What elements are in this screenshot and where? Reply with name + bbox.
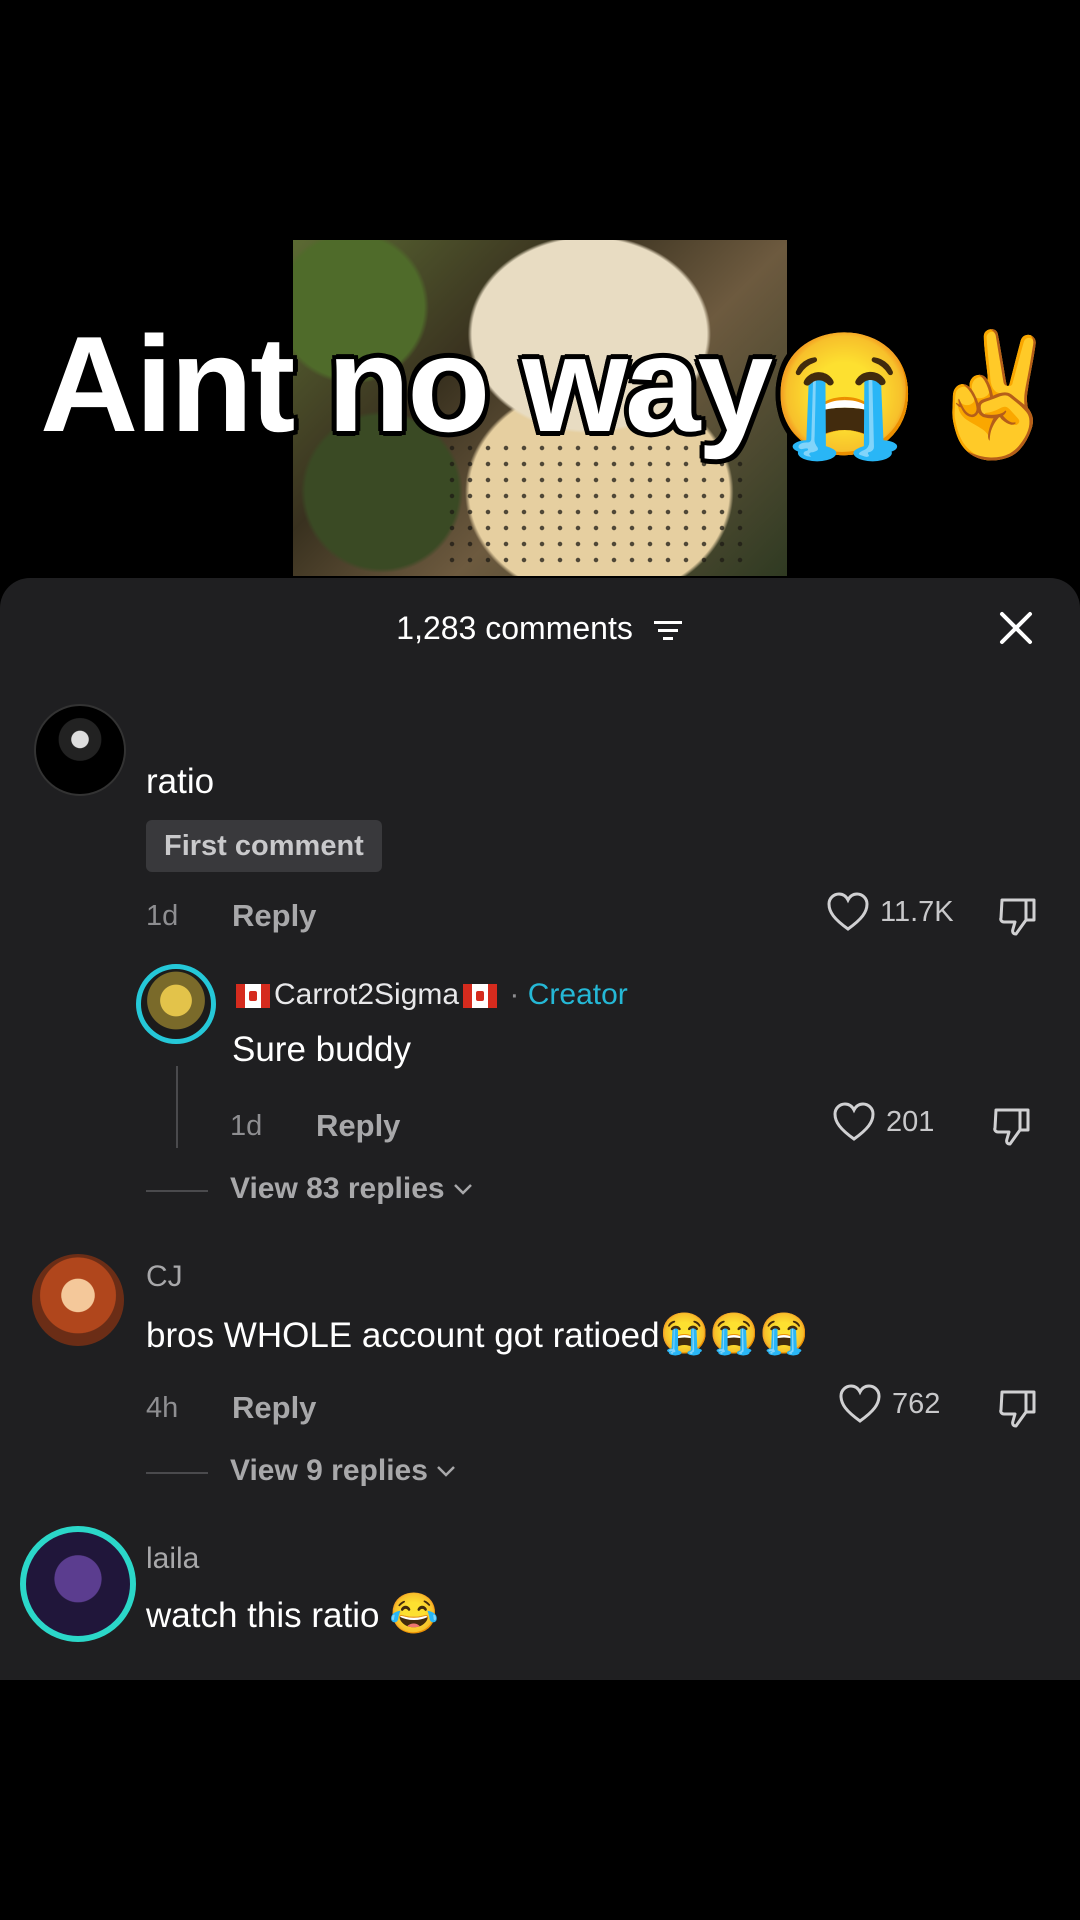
heart-icon [833, 1102, 875, 1141]
like-count: 11.7K [880, 895, 954, 928]
comment-text: ratio [146, 762, 215, 801]
comments-sheet: 1,283 comments ratio First comment 1d Re… [0, 578, 1080, 1680]
video-caption: Aint no way😭✌️ [40, 316, 1069, 455]
view-replies-button[interactable]: View 83 replies [230, 1172, 473, 1206]
reply-button[interactable]: Reply [316, 1108, 400, 1144]
caption-emoji-peace: ✌️ [919, 328, 1069, 463]
chevron-down-icon [453, 1184, 472, 1195]
comment-emojis: 😭😭😭 [659, 1312, 810, 1356]
bottom-area [0, 1680, 1080, 1920]
view-replies-line [146, 1472, 208, 1474]
view-replies-button[interactable]: View 9 replies [230, 1454, 456, 1488]
comment-username[interactable]: laila [146, 1542, 199, 1576]
creator-label: Creator [527, 978, 628, 1011]
reply-text: Sure buddy [232, 1030, 412, 1069]
like-button[interactable]: 11.7K [826, 892, 954, 932]
avatar[interactable] [34, 704, 126, 796]
view-replies-line [146, 1190, 208, 1192]
avatar[interactable] [32, 1254, 124, 1346]
like-count: 201 [886, 1105, 935, 1138]
dislike-icon[interactable] [996, 1386, 1040, 1430]
reply-thread-line [176, 1066, 178, 1148]
comment-text-line: bros WHOLE account got ratioed😭😭😭 [146, 1310, 809, 1357]
canada-flag-icon [463, 984, 498, 1009]
canada-flag-icon [236, 984, 270, 1009]
dislike-icon[interactable] [996, 894, 1040, 938]
comment-username[interactable]: CJ [146, 1260, 183, 1294]
comment-count: 1,283 comments [396, 610, 633, 646]
comment-text: bros WHOLE account got ratioed [146, 1316, 660, 1355]
reply-button[interactable]: Reply [232, 1390, 316, 1426]
like-count: 762 [892, 1387, 941, 1420]
caption-emoji-cry: 😭 [770, 328, 920, 463]
like-button[interactable]: 201 [832, 1102, 934, 1142]
first-comment-badge: First comment [146, 820, 382, 872]
comment-emojis: 😂 [389, 1592, 439, 1636]
reply-button[interactable]: Reply [232, 898, 316, 934]
caption-text: Aint no way [40, 308, 773, 460]
heart-icon [839, 1384, 881, 1423]
filter-icon[interactable] [652, 617, 684, 645]
comment-time: 4h [146, 1392, 179, 1424]
chevron-down-icon [437, 1466, 455, 1477]
view-replies-label: View 83 replies [230, 1172, 445, 1205]
reply-username-line: Carrot2Sigma · Creator [232, 978, 628, 1012]
avatar[interactable] [136, 964, 216, 1044]
close-icon[interactable] [996, 608, 1036, 648]
heart-icon [827, 892, 869, 931]
reply-username[interactable]: Carrot2Sigma [274, 978, 459, 1011]
comment-time: 1d [146, 900, 179, 932]
username-separator: · [509, 978, 520, 1011]
view-replies-label: View 9 replies [230, 1454, 428, 1487]
avatar[interactable] [20, 1526, 136, 1642]
reply-time: 1d [230, 1110, 263, 1142]
comment-text-line: watch this ratio 😂 [146, 1590, 439, 1637]
comment-text: watch this ratio [146, 1596, 380, 1635]
comments-header: 1,283 comments [0, 610, 1080, 647]
like-button[interactable]: 762 [838, 1384, 940, 1424]
dislike-icon[interactable] [990, 1104, 1034, 1148]
